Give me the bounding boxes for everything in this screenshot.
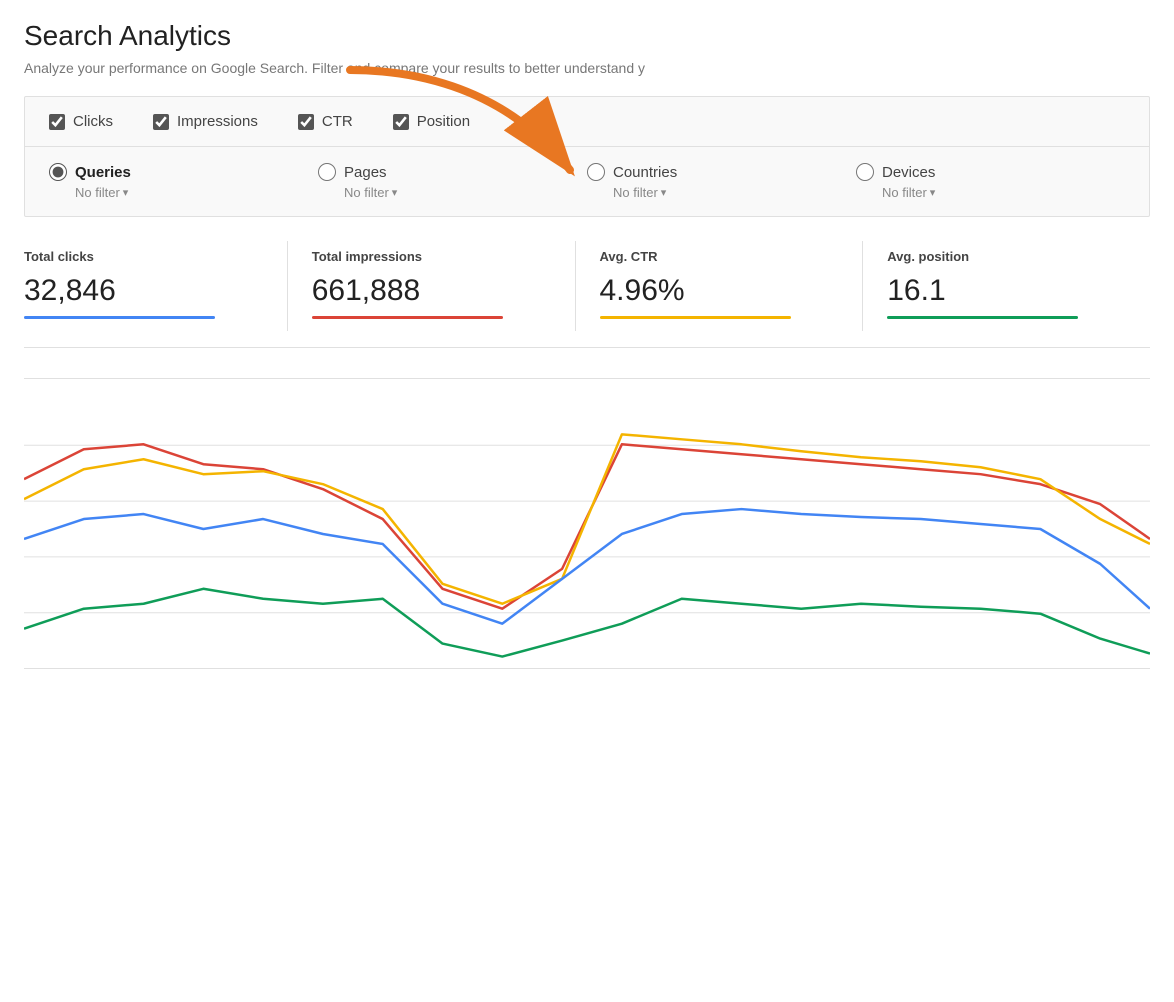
stats-section: Total clicks 32,846 Total impressions 66… xyxy=(24,241,1150,348)
page-title: Search Analytics xyxy=(24,20,1150,52)
stat-clicks-underline xyxy=(24,316,215,319)
checkbox-impressions[interactable]: Impressions xyxy=(153,113,258,130)
radio-group-countries: Countries No filter xyxy=(587,163,856,200)
stat-position-underline xyxy=(887,316,1078,319)
checkbox-ctr[interactable]: CTR xyxy=(298,113,353,130)
radio-top-devices: Devices xyxy=(856,163,935,181)
ctr-label: CTR xyxy=(322,113,353,130)
radio-group-pages: Pages No filter xyxy=(318,163,587,200)
stat-position-value: 16.1 xyxy=(887,274,1126,308)
checkbox-clicks[interactable]: Clicks xyxy=(49,113,113,130)
radio-devices[interactable] xyxy=(856,163,874,181)
chart-section xyxy=(24,378,1150,674)
countries-filter[interactable]: No filter xyxy=(613,185,666,200)
page-container: Search Analytics Analyze your performanc… xyxy=(0,0,1174,694)
queries-filter[interactable]: No filter xyxy=(75,185,128,200)
devices-filter[interactable]: No filter xyxy=(882,185,935,200)
impressions-label: Impressions xyxy=(177,113,258,130)
countries-label: Countries xyxy=(613,164,677,181)
pages-filter[interactable]: No filter xyxy=(344,185,397,200)
radio-queries[interactable] xyxy=(49,163,67,181)
clicks-checkbox[interactable] xyxy=(49,114,65,130)
stat-ctr-label: Avg. CTR xyxy=(600,249,839,264)
filter-section: Clicks Impressions CTR Position Queries xyxy=(24,96,1150,217)
stat-ctr: Avg. CTR 4.96% xyxy=(600,241,864,331)
stat-impressions-label: Total impressions xyxy=(312,249,551,264)
position-checkbox[interactable] xyxy=(393,114,409,130)
radio-group-devices: Devices No filter xyxy=(856,163,1125,200)
stat-impressions-value: 661,888 xyxy=(312,274,551,308)
line-chart xyxy=(24,389,1150,669)
pages-label: Pages xyxy=(344,164,387,181)
radio-top-countries: Countries xyxy=(587,163,677,181)
stat-impressions-underline xyxy=(312,316,503,319)
radio-top-queries: Queries xyxy=(49,163,131,181)
checkbox-position[interactable]: Position xyxy=(393,113,470,130)
stat-position-label: Avg. position xyxy=(887,249,1126,264)
radio-pages[interactable] xyxy=(318,163,336,181)
radio-group-queries: Queries No filter xyxy=(49,163,318,200)
radio-row: Queries No filter Pages No filter Countr… xyxy=(25,147,1149,216)
radio-countries[interactable] xyxy=(587,163,605,181)
stat-position: Avg. position 16.1 xyxy=(887,241,1150,331)
page-subtitle: Analyze your performance on Google Searc… xyxy=(24,60,1150,76)
position-label: Position xyxy=(417,113,470,130)
queries-label: Queries xyxy=(75,164,131,181)
stat-clicks-value: 32,846 xyxy=(24,274,263,308)
ctr-checkbox[interactable] xyxy=(298,114,314,130)
stat-ctr-value: 4.96% xyxy=(600,274,839,308)
radio-top-pages: Pages xyxy=(318,163,387,181)
checkbox-row: Clicks Impressions CTR Position xyxy=(25,97,1149,147)
stat-clicks: Total clicks 32,846 xyxy=(24,241,288,331)
stat-impressions: Total impressions 661,888 xyxy=(312,241,576,331)
stat-clicks-label: Total clicks xyxy=(24,249,263,264)
stat-ctr-underline xyxy=(600,316,791,319)
impressions-checkbox[interactable] xyxy=(153,114,169,130)
devices-label: Devices xyxy=(882,164,935,181)
clicks-label: Clicks xyxy=(73,113,113,130)
